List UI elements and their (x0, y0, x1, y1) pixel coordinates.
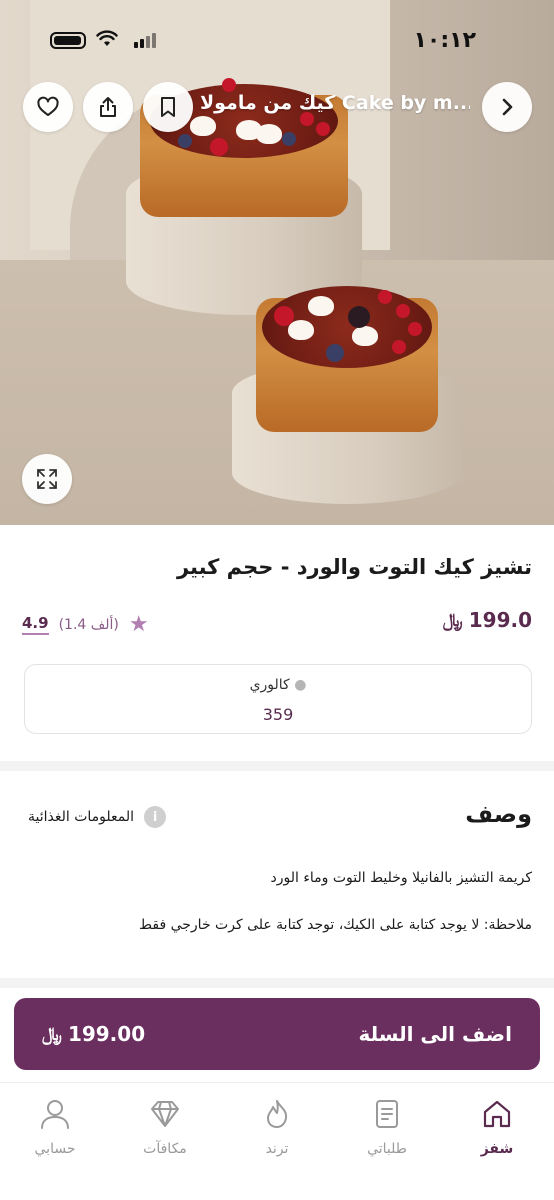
redcurrant (408, 322, 422, 336)
bookmark-button[interactable] (143, 82, 193, 132)
blueberry (326, 344, 344, 362)
redcurrant (392, 340, 406, 354)
expand-icon (37, 469, 57, 489)
status-bar: ١٠:١٢ (0, 0, 554, 80)
blueberry (282, 132, 296, 146)
status-time: ١٠:١٢ (413, 28, 476, 53)
tab-orders[interactable]: طلباتي (342, 1097, 432, 1157)
favorite-button[interactable] (23, 82, 73, 132)
cream-dollop (352, 326, 378, 346)
calories-value: 359 (262, 705, 294, 724)
chevron-right-icon (502, 98, 513, 116)
blackberry (348, 306, 370, 328)
product-price: ﷼ 199.0 (443, 608, 532, 632)
tab-label: مكافآت (143, 1141, 187, 1157)
cream-dollop (288, 320, 314, 340)
redcurrant (378, 290, 392, 304)
calories-card: كالوري ● 359 (24, 664, 532, 734)
flame-icon: ● (294, 677, 307, 693)
currency-icon: ﷼ (442, 609, 463, 631)
section-divider (0, 761, 554, 771)
redcurrant (396, 304, 410, 318)
rating-value[interactable]: 4.9 (22, 614, 49, 635)
expand-image-button[interactable] (22, 454, 72, 504)
wifi-icon (96, 30, 118, 53)
bookmark-icon (161, 97, 175, 117)
description-text: كريمة التشيز بالفانيلا وخليط التوت وماء … (270, 870, 532, 886)
tab-trend[interactable]: ترند (232, 1097, 322, 1157)
tab-account[interactable]: حسابي (10, 1097, 100, 1157)
price-value: 199.0 (468, 608, 532, 632)
diamond-icon (151, 1101, 179, 1127)
heart-icon (37, 96, 59, 116)
raspberry (274, 306, 294, 326)
add-to-cart-button[interactable]: ﷼ 199.00 اضف الى السلة (14, 998, 540, 1070)
cream-dollop (308, 296, 334, 316)
raspberry (210, 138, 228, 156)
back-button[interactable] (482, 82, 532, 132)
redcurrant (300, 112, 314, 126)
home-icon (483, 1100, 511, 1128)
calories-label: كالوري (249, 677, 290, 693)
cream-dollop (190, 116, 216, 136)
trend-icon (267, 1100, 288, 1128)
rating-count: (1.4 ألف) (58, 616, 119, 633)
add-to-cart-label: اضف الى السلة (358, 1022, 512, 1046)
calories-label-row: كالوري ● (25, 677, 531, 693)
tab-rewards[interactable]: مكافآت (120, 1097, 210, 1157)
section-divider (0, 978, 554, 988)
blueberry (178, 134, 192, 148)
tab-label: حسابي (34, 1141, 76, 1157)
rating[interactable]: 4.9 (1.4 ألف) ★ (22, 612, 149, 637)
tab-label: شفز (480, 1141, 514, 1157)
orders-icon (376, 1100, 398, 1128)
product-title: تشيز كيك التوت والورد - حجم كبير (176, 555, 532, 579)
bottom-tab-bar: شفز طلباتي ترند مكافآت حسابي (0, 1082, 554, 1200)
tab-label: ترند (265, 1141, 289, 1157)
header-title: كيك من ماموﻻ Cake by m... (200, 92, 470, 114)
currency-icon: ﷼ (42, 1023, 62, 1045)
share-button[interactable] (83, 82, 133, 132)
description-note: ملاحظة: لا يوجد كتابة على الكيك، توجد كت… (139, 917, 532, 933)
info-icon: i (144, 806, 167, 828)
redcurrant (316, 122, 330, 136)
tab-label: طلباتي (367, 1141, 407, 1157)
user-icon (41, 1100, 69, 1129)
description-title: وصف (465, 800, 532, 828)
cart-price: ﷼ 199.00 (42, 1022, 145, 1046)
star-icon: ★ (128, 612, 149, 637)
redcurrant (222, 78, 236, 92)
nutrition-label: المعلومات الغذائية (28, 809, 135, 825)
nutrition-info-button[interactable]: المعلومات الغذائية i (28, 806, 167, 828)
battery-icon (50, 32, 86, 49)
tab-home[interactable]: شفز (452, 1097, 542, 1157)
cream-dollop (256, 124, 282, 144)
share-icon (100, 97, 116, 117)
cart-price-value: 199.00 (67, 1022, 146, 1046)
signal-icon (134, 32, 156, 48)
